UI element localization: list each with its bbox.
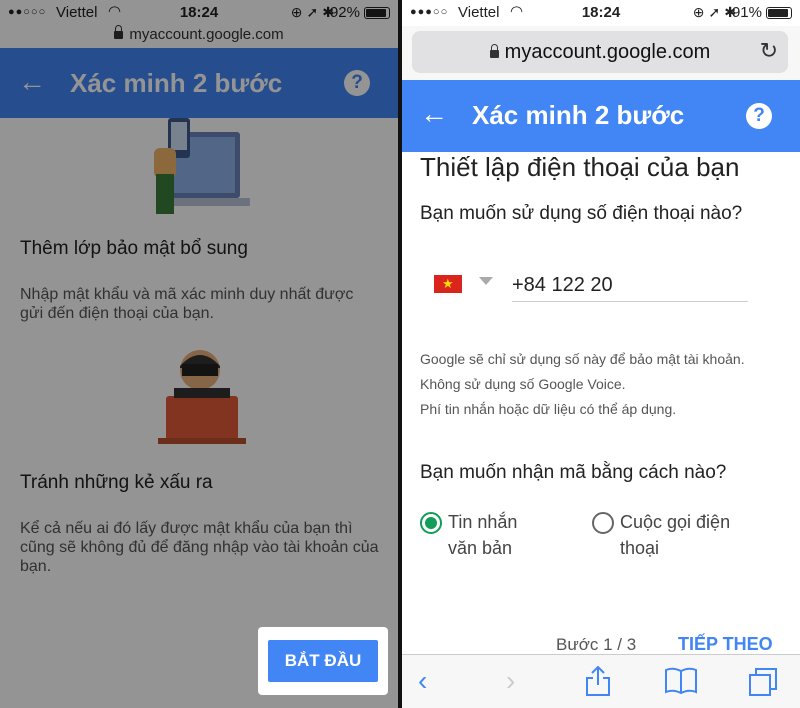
- app-bar: ← Xác minh 2 bước ?: [402, 80, 800, 152]
- page-title: Xác minh 2 bước: [472, 100, 685, 130]
- chevron-down-icon[interactable]: [479, 277, 493, 285]
- sms-label[interactable]: Tin nhắn văn bản: [448, 509, 544, 561]
- forward-icon[interactable]: ›: [506, 665, 515, 697]
- tabs-icon[interactable]: [748, 667, 778, 697]
- note-line: Không sử dụng số Google Voice.: [420, 376, 626, 392]
- start-button-highlight: BẮT ĐẦU: [258, 627, 388, 695]
- left-screen: ●●○○○ Viettel ◠ 18:24 ⊕➚✱ 92% myaccount.…: [0, 0, 398, 708]
- battery-icon: [766, 7, 792, 19]
- sms-radio[interactable]: [420, 512, 442, 534]
- safari-toolbar: ‹ ›: [402, 654, 800, 708]
- url-bar: myaccount.google.com ↻: [402, 26, 800, 80]
- back-icon[interactable]: ‹: [418, 665, 427, 697]
- call-radio[interactable]: [592, 512, 614, 534]
- call-label[interactable]: Cuộc gọi điện thoại: [620, 509, 750, 561]
- back-icon[interactable]: ←: [420, 98, 448, 130]
- help-icon[interactable]: ?: [746, 103, 772, 129]
- right-screen: ●●●○○ Viettel ◠ 18:24 ⊕➚✱ 91% myaccount.…: [402, 0, 800, 708]
- step-indicator: Bước 1 / 3: [556, 635, 637, 654]
- phone-question: Bạn muốn sử dụng số điện thoại nào?: [420, 203, 743, 224]
- note-line: Google sẽ chỉ sử dụng số này để bảo mật …: [420, 351, 745, 367]
- setup-title: Thiết lập điện thoại của bạn: [420, 152, 740, 182]
- url-field[interactable]: myaccount.google.com ↻: [412, 31, 788, 73]
- battery-percent: 91%: [731, 4, 762, 21]
- lock-icon: [489, 44, 499, 58]
- note-line: Phí tin nhắn hoặc dữ liệu có thể áp dụng…: [420, 401, 677, 417]
- bookmarks-icon[interactable]: [664, 667, 698, 695]
- phone-number-input[interactable]: [512, 270, 748, 302]
- dim-overlay: [0, 0, 398, 708]
- method-question: Bạn muốn nhận mã bằng cách nào?: [420, 462, 727, 483]
- status-bar: ●●●○○ Viettel ◠ 18:24 ⊕➚✱ 91%: [402, 0, 800, 26]
- share-icon[interactable]: [584, 665, 612, 697]
- reload-icon[interactable]: ↻: [760, 38, 778, 64]
- vietnam-flag-icon[interactable]: [434, 275, 462, 293]
- start-button[interactable]: BẮT ĐẦU: [268, 640, 378, 682]
- next-button[interactable]: TIẾP THEO: [678, 634, 773, 655]
- url-text: myaccount.google.com: [412, 41, 788, 64]
